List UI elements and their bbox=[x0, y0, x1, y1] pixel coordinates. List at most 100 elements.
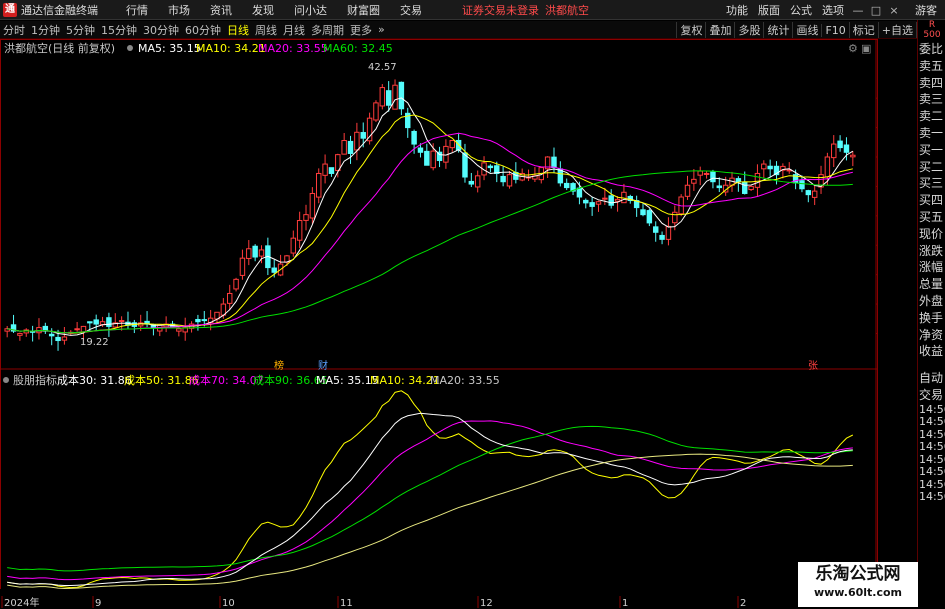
candle-body bbox=[468, 180, 475, 185]
side-r-label: R bbox=[928, 20, 936, 30]
side-tab-4[interactable]: 卖二 bbox=[918, 108, 945, 125]
auto-trade-tab-1[interactable]: 自动 bbox=[918, 370, 945, 387]
side-500-label: 500 bbox=[923, 30, 941, 40]
guest-label[interactable]: 游客 bbox=[915, 2, 937, 18]
candle-body bbox=[652, 226, 659, 233]
menu-discover[interactable]: 发现 bbox=[252, 2, 274, 18]
kline-chart[interactable]: 洪都航空(日线 前复权) MA5: 35.15 MA10: 34.21 MA20… bbox=[0, 39, 917, 598]
legend-cost50: 成本50: 31.86 bbox=[124, 373, 199, 387]
draw-line-button[interactable]: 画线 bbox=[792, 22, 821, 38]
chart-area[interactable]: 洪都航空(日线 前复权) MA5: 35.15 MA10: 34.21 MA20… bbox=[0, 39, 917, 598]
f10-button[interactable]: F10 bbox=[821, 23, 848, 37]
period-30min[interactable]: 30分钟 bbox=[143, 22, 179, 38]
menu-news[interactable]: 资讯 bbox=[210, 2, 232, 18]
candle-body bbox=[385, 90, 392, 106]
side-tab-6[interactable]: 买一 bbox=[918, 142, 945, 159]
marker-bang[interactable]: 榜 bbox=[274, 359, 284, 372]
watermark-title: 乐淘公式网 bbox=[815, 564, 901, 584]
side-tab-15[interactable]: 外盘 bbox=[918, 293, 945, 310]
period-more[interactable]: 更多 bbox=[350, 22, 372, 38]
side-tab-14[interactable]: 总量 bbox=[918, 276, 945, 293]
side-tab-8[interactable]: 买三 bbox=[918, 175, 945, 192]
menu-layout[interactable]: 版面 bbox=[758, 2, 780, 18]
side-tab-12[interactable]: 涨跌 bbox=[918, 243, 945, 260]
candle-body bbox=[589, 202, 595, 207]
side-tab-2[interactable]: 卖四 bbox=[918, 75, 945, 92]
chevron-right-icon[interactable]: » bbox=[378, 23, 385, 36]
ma20-line bbox=[7, 132, 853, 334]
menu-functions[interactable]: 功能 bbox=[726, 2, 748, 18]
candle-body bbox=[684, 184, 691, 197]
menu-trade[interactable]: 交易 bbox=[400, 2, 422, 18]
candle-body bbox=[672, 211, 678, 224]
side-tab-13[interactable]: 涨幅 bbox=[918, 259, 945, 276]
candle-body bbox=[360, 132, 366, 139]
period-monthly[interactable]: 月线 bbox=[283, 22, 305, 38]
period-multi[interactable]: 多周期 bbox=[311, 22, 344, 38]
login-warning[interactable]: 证券交易未登录 bbox=[462, 2, 539, 18]
side-tab-11[interactable]: 现价 bbox=[918, 226, 945, 243]
side-tab-1[interactable]: 卖五 bbox=[918, 58, 945, 75]
indicator-title: 股朋指标 bbox=[13, 373, 57, 387]
menu-ask[interactable]: 问小达 bbox=[294, 2, 327, 18]
period-intraday[interactable]: 分时 bbox=[3, 22, 25, 38]
side-tab-17[interactable]: 净资 bbox=[918, 327, 945, 344]
maximize-icon[interactable]: □ bbox=[867, 4, 885, 17]
period-weekly[interactable]: 周线 bbox=[255, 22, 277, 38]
side-tab-16[interactable]: 换手 bbox=[918, 310, 945, 327]
candle-body bbox=[742, 181, 748, 194]
candle-body bbox=[61, 336, 68, 341]
date-label: 2024年 bbox=[4, 596, 39, 609]
candle-body bbox=[17, 332, 23, 336]
candle-body bbox=[424, 150, 430, 166]
candle-body bbox=[850, 154, 856, 158]
menu-market[interactable]: 市场 bbox=[168, 2, 190, 18]
candle-body bbox=[335, 154, 341, 172]
candle-body bbox=[697, 170, 703, 176]
side-tab-3[interactable]: 卖三 bbox=[918, 91, 945, 108]
menu-formula[interactable]: 公式 bbox=[790, 2, 812, 18]
stats-button[interactable]: 统计 bbox=[763, 22, 792, 38]
period-daily[interactable]: 日线 bbox=[227, 22, 249, 38]
auto-trade-tab-2[interactable]: 交易 bbox=[918, 387, 945, 404]
candle-body bbox=[309, 192, 316, 219]
marker-zhang[interactable]: 张 bbox=[808, 360, 818, 372]
side-time-5: 14:56 bbox=[919, 466, 945, 479]
minimize-icon[interactable]: — bbox=[849, 4, 867, 17]
side-tab-7[interactable]: 买二 bbox=[918, 159, 945, 176]
period-60min[interactable]: 60分钟 bbox=[185, 22, 221, 38]
adjust-button[interactable]: 复权 bbox=[676, 22, 705, 38]
date-label: 9 bbox=[95, 598, 101, 609]
indicator-lines bbox=[7, 390, 854, 589]
side-tab-5[interactable]: 卖一 bbox=[918, 125, 945, 142]
chart-collapse-icon[interactable]: ▣ bbox=[861, 42, 871, 55]
app-title: 通达信金融终端 bbox=[21, 3, 98, 17]
candle-body bbox=[303, 214, 309, 221]
menu-options[interactable]: 选项 bbox=[822, 2, 844, 18]
overlay-button[interactable]: 叠加 bbox=[705, 22, 734, 38]
candlestick-group bbox=[4, 79, 856, 351]
marker-cai[interactable]: 财 bbox=[318, 359, 328, 372]
side-time-4: 14:56 bbox=[919, 453, 945, 466]
candle-body bbox=[576, 187, 583, 198]
side-tab-10[interactable]: 买五 bbox=[918, 209, 945, 226]
close-icon[interactable]: × bbox=[885, 4, 903, 17]
menu-wealth[interactable]: 财富圈 bbox=[347, 2, 380, 18]
period-1min[interactable]: 1分钟 bbox=[31, 22, 60, 38]
chart-settings-icon[interactable]: ⚙ bbox=[848, 42, 858, 55]
candle-body bbox=[602, 197, 608, 200]
menu-quotes[interactable]: 行情 bbox=[126, 2, 148, 18]
date-axis: 2024年 9 10 11 12 1 2 bbox=[0, 596, 798, 609]
add-watchlist-button[interactable]: +自选 bbox=[877, 22, 916, 38]
candle-body bbox=[799, 180, 805, 190]
side-tab-18[interactable]: 收益 bbox=[918, 343, 945, 360]
mark-button[interactable]: 标记 bbox=[848, 22, 878, 38]
side-tab-9[interactable]: 买四 bbox=[918, 192, 945, 209]
multi-stock-button[interactable]: 多股 bbox=[734, 22, 763, 38]
period-15min[interactable]: 15分钟 bbox=[101, 22, 137, 38]
candle-body bbox=[805, 190, 812, 196]
candle-body bbox=[74, 328, 80, 331]
candle-body bbox=[735, 178, 742, 183]
period-5min[interactable]: 5分钟 bbox=[66, 22, 95, 38]
side-tab-0[interactable]: 委比 bbox=[918, 41, 945, 58]
